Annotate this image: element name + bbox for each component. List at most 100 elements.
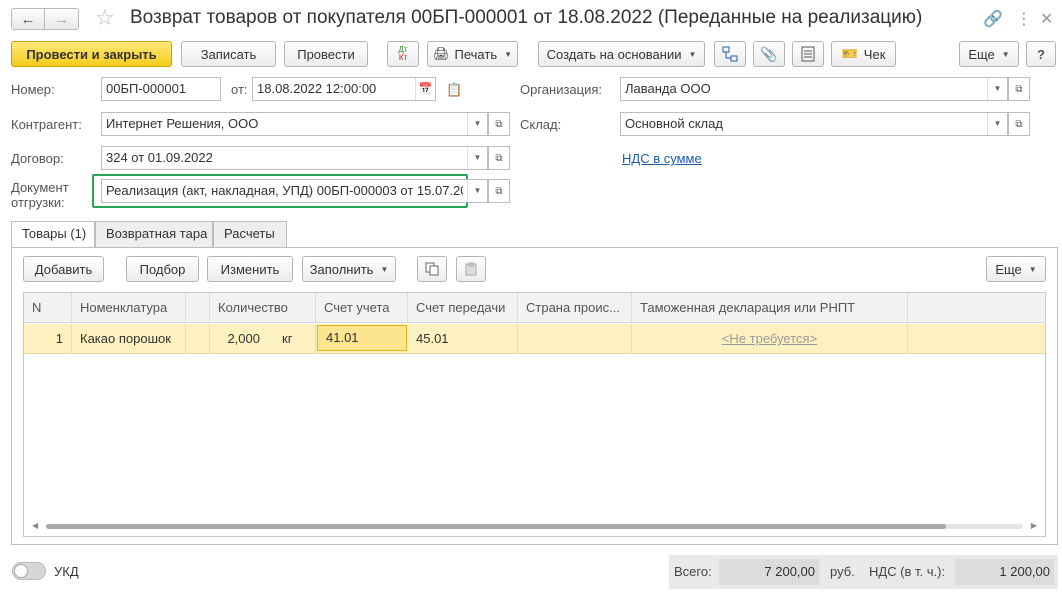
open-contractor-button[interactable]: ⧉: [488, 112, 510, 136]
post-button[interactable]: Провести: [284, 41, 368, 67]
tab-returnable-packaging[interactable]: Возвратная тара: [95, 221, 213, 247]
document-list-icon: [801, 46, 815, 62]
column-header-country[interactable]: Страна проис...: [518, 293, 632, 323]
chevron-down-icon: ▼: [1028, 264, 1037, 274]
chevron-down-icon[interactable]: ▼: [467, 113, 487, 135]
cell-transfer-account[interactable]: 45.01: [408, 324, 518, 354]
contract-field[interactable]: 324 от 01.09.2022 ▼: [101, 146, 488, 170]
back-button[interactable]: ←: [11, 8, 45, 30]
contractor-label: Контрагент:: [11, 117, 82, 132]
total-label: Всего:: [674, 564, 712, 579]
copy-icon: [425, 262, 439, 276]
post-and-close-button[interactable]: Провести и закрыть: [11, 41, 172, 67]
chevron-down-icon[interactable]: ▼: [467, 180, 487, 202]
column-header-customs[interactable]: Таможенная декларация или РНПТ: [632, 293, 908, 323]
chevron-down-icon: ▼: [688, 49, 697, 59]
currency-label: руб.: [830, 564, 855, 579]
create-based-on-button[interactable]: Создать на основании ▼: [538, 41, 705, 67]
open-organization-button[interactable]: ⧉: [1008, 77, 1030, 101]
pick-button[interactable]: Подбор: [126, 256, 199, 282]
contract-label: Договор:: [11, 151, 64, 166]
organization-field[interactable]: Лаванда ООО ▼: [620, 77, 1008, 101]
edit-button[interactable]: Изменить: [207, 256, 293, 282]
paste-button[interactable]: [456, 256, 486, 282]
open-icon: ⧉: [1015, 83, 1023, 95]
dt-kt-icon: Дт Кт: [398, 45, 408, 62]
fill-button[interactable]: Заполнить ▼: [302, 256, 396, 282]
forward-button[interactable]: →: [45, 8, 79, 30]
vat-label: НДС (в т. ч.):: [869, 564, 946, 579]
table-row[interactable]: 1 Какао порошок 2,000 кг 41.01 45.01 <Не…: [24, 324, 1045, 354]
help-button[interactable]: ?: [1026, 41, 1056, 67]
receipt-button[interactable]: 🎫 Чек: [831, 41, 896, 67]
total-value: 7 200,00: [719, 559, 819, 585]
chevron-down-icon[interactable]: ▼: [987, 78, 1007, 100]
open-warehouse-button[interactable]: ⧉: [1008, 112, 1030, 136]
page-title: Возврат товаров от покупателя 00БП-00000…: [130, 7, 923, 28]
column-header-spacer: [186, 293, 210, 323]
totals-bar: Всего: 7 200,00 руб. НДС (в т. ч.): 1 20…: [669, 555, 1058, 589]
vat-value: 1 200,00: [955, 559, 1054, 585]
cell-item[interactable]: Какао порошок: [72, 324, 186, 354]
shipment-document-field[interactable]: Реализация (акт, накладная, УПД) 00БП-00…: [101, 179, 488, 203]
arrow-right-icon: →: [54, 10, 69, 28]
paste-icon: [465, 262, 477, 276]
column-header-item[interactable]: Номенклатура: [72, 293, 186, 323]
more-vertical-icon[interactable]: ⋮: [1016, 9, 1032, 29]
document-status-icon[interactable]: 📋: [446, 82, 462, 98]
scroll-left-icon[interactable]: ◀: [32, 521, 38, 530]
cell-unit[interactable]: кг: [274, 324, 316, 354]
number-field[interactable]: 00БП-000001: [101, 77, 221, 101]
calendar-icon[interactable]: 📅: [415, 78, 435, 100]
attach-button[interactable]: 📎: [753, 41, 785, 67]
cell-customs[interactable]: <Не требуется>: [632, 324, 908, 354]
cash-register-icon: 🎫: [841, 46, 858, 61]
chevron-down-icon: ▼: [504, 49, 513, 59]
structure-button[interactable]: [714, 41, 746, 67]
cell-n[interactable]: 1: [24, 324, 72, 354]
add-row-button[interactable]: Добавить: [23, 256, 104, 282]
close-icon[interactable]: ✕: [1040, 9, 1053, 29]
table-more-button[interactable]: Еще ▼: [986, 256, 1046, 282]
favorite-star-icon[interactable]: ☆: [95, 6, 115, 30]
save-button[interactable]: Записать: [181, 41, 276, 67]
vat-in-amount-link[interactable]: НДС в сумме: [622, 151, 702, 166]
number-label: Номер:: [11, 82, 55, 97]
date-field[interactable]: 18.08.2022 12:00:00 📅: [252, 77, 436, 101]
copy-button[interactable]: [417, 256, 447, 282]
open-icon: ⧉: [1015, 118, 1023, 130]
dt-kt-button[interactable]: Дт Кт: [387, 41, 419, 67]
tab-goods[interactable]: Товары (1): [11, 221, 95, 248]
horizontal-scrollbar[interactable]: ◀ ▶: [32, 521, 1037, 531]
open-contract-button[interactable]: ⧉: [488, 146, 510, 170]
shipment-document-label: Документ отгрузки:: [11, 180, 69, 210]
chevron-down-icon[interactable]: ▼: [987, 113, 1007, 135]
list-button[interactable]: [792, 41, 824, 67]
open-icon: ⧉: [495, 118, 503, 130]
structure-icon: [722, 46, 738, 62]
cell-account[interactable]: 41.01: [317, 325, 407, 351]
cell-country[interactable]: [518, 324, 632, 354]
scrollbar-thumb[interactable]: [46, 524, 946, 529]
open-shipment-document-button[interactable]: ⧉: [488, 179, 510, 203]
toggle-knob: [14, 564, 28, 578]
ukd-toggle[interactable]: [12, 562, 46, 580]
column-header-quantity[interactable]: Количество: [210, 293, 316, 323]
scroll-right-icon[interactable]: ▶: [1031, 521, 1037, 530]
contractor-field[interactable]: Интернет Решения, ООО ▼: [101, 112, 488, 136]
title-bar: ← → ☆ Возврат товаров от покупателя 00БП…: [0, 0, 1062, 38]
arrow-left-icon: ←: [20, 10, 36, 28]
column-header-account[interactable]: Счет учета: [316, 293, 408, 323]
cell-quantity[interactable]: 2,000: [210, 324, 268, 354]
print-button[interactable]: 🖨 Печать ▼: [427, 41, 518, 67]
open-icon: ⧉: [495, 152, 503, 164]
tab-settlements[interactable]: Расчеты: [213, 221, 287, 247]
open-icon: ⧉: [495, 185, 503, 197]
column-header-transfer-account[interactable]: Счет передачи: [408, 293, 518, 323]
column-header-n[interactable]: N: [24, 293, 72, 323]
chevron-down-icon[interactable]: ▼: [467, 147, 487, 169]
help-icon: ?: [1037, 46, 1045, 62]
link-icon[interactable]: 🔗: [983, 9, 1003, 29]
warehouse-field[interactable]: Основной склад ▼: [620, 112, 1008, 136]
more-button[interactable]: Еще ▼: [959, 41, 1019, 67]
